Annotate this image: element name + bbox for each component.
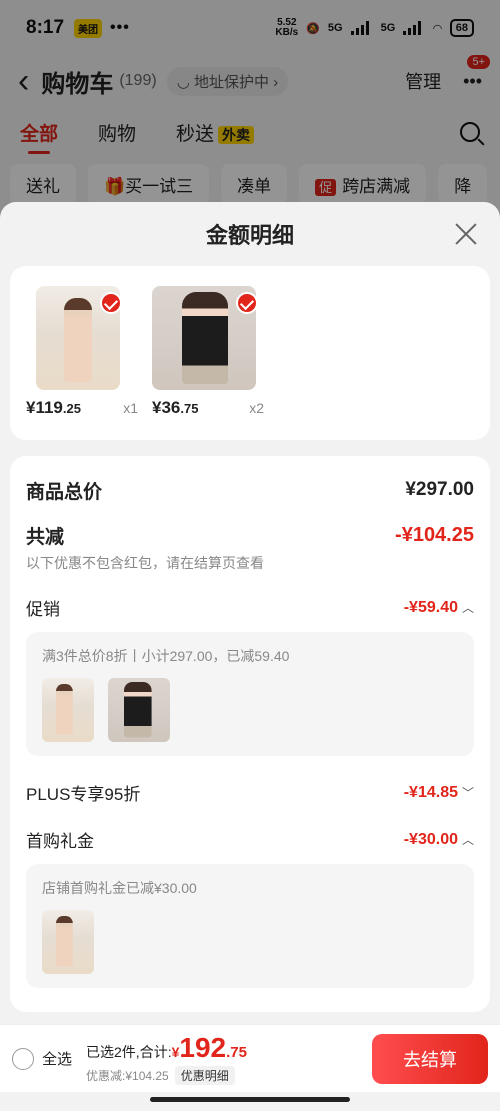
discount-text: 优惠减:¥104.25 (86, 1069, 169, 1083)
total-value: ¥297.00 (405, 479, 474, 500)
total-currency: ¥ (171, 1044, 180, 1060)
product-item[interactable]: ¥119 .25 x1 (26, 286, 138, 420)
product-image-dress[interactable] (36, 286, 120, 390)
promo-detail-box: 满3件总价8折丨小计297.00，已减59.40 (26, 632, 474, 756)
product-image-sweater[interactable] (152, 286, 256, 390)
order-summary: 已选2件,合计: ¥ 192 .75 优惠减:¥104.25 优惠明细 (86, 1032, 247, 1085)
first-purchase-row[interactable]: 首购礼金 -¥30.00 ︿ (26, 827, 474, 852)
total-amount-decimal: .75 (226, 1044, 247, 1061)
product-price: ¥119 (26, 398, 63, 417)
select-all-checkbox[interactable] (12, 1047, 34, 1070)
checked-icon (100, 292, 120, 314)
selected-count-text: 已选2件,合计: (86, 1044, 172, 1060)
promo-label: 促销 (26, 600, 60, 619)
discount-detail-button[interactable]: 优惠明细 (174, 1066, 235, 1085)
chevron-up-icon: ︿ (461, 833, 474, 847)
home-indicator[interactable] (150, 1097, 350, 1102)
total-amount: 192 (179, 1032, 227, 1063)
checked-icon (236, 292, 256, 314)
checkout-button[interactable]: 去结算 (372, 1033, 488, 1084)
product-item[interactable]: ¥36 .75 x2 (152, 286, 264, 420)
first-thumb-dress (42, 910, 94, 974)
reduce-note: 以下优惠不包含红包，请在结算页查看 (26, 555, 264, 571)
promo-detail: 满3件总价8折丨小计297.00，已减59.40 (42, 648, 290, 664)
chevron-up-icon: ︿ (461, 601, 474, 615)
amount-detail-sheet: 金额明细 ¥119 .25 x1 ¥36 .75 x2 商品总价 ¥297.00… (0, 202, 500, 1111)
product-price: ¥36 (152, 398, 181, 417)
first-purchase-label: 首购礼金 (26, 832, 94, 851)
first-purchase-detail-box: 店铺首购礼金已减¥30.00 (26, 864, 474, 988)
sheet-title: 金额明细 (205, 223, 294, 248)
close-icon[interactable] (454, 222, 478, 246)
reduce-row: 共减 -¥104.25 (26, 522, 474, 549)
chevron-down-icon: ﹀ (461, 786, 474, 800)
selected-products: ¥119 .25 x1 ¥36 .75 x2 (10, 266, 490, 440)
first-purchase-value: -¥30.00 (403, 830, 458, 848)
sheet-header: 金额明细 (0, 202, 500, 266)
product-price-decimal: .75 (180, 401, 199, 416)
product-qty: x1 (123, 400, 138, 416)
total-row: 商品总价 ¥297.00 (26, 472, 474, 508)
plus-label: PLUS专享95折 (26, 785, 141, 804)
plus-row[interactable]: PLUS专享95折 -¥14.85 ﹀ (26, 780, 474, 805)
price-breakdown: 商品总价 ¥297.00 共减 -¥104.25 以下优惠不包含红包，请在结算页… (10, 456, 490, 1012)
promo-row[interactable]: 促销 -¥59.40 ︿ (26, 595, 474, 620)
product-qty: x2 (249, 400, 264, 416)
first-purchase-detail: 店铺首购礼金已减¥30.00 (42, 880, 197, 896)
select-all-label[interactable]: 全选 (42, 1048, 72, 1069)
total-label: 商品总价 (26, 481, 103, 503)
promo-thumb-dress (42, 678, 94, 742)
reduce-value: -¥104.25 (395, 524, 474, 546)
promo-thumb-sweater (108, 678, 170, 742)
product-price-decimal: .25 (62, 401, 81, 416)
reduce-label: 共减 (26, 527, 65, 548)
checkout-bar: 全选 已选2件,合计: ¥ 192 .75 优惠减:¥104.25 优惠明细 去… (0, 1024, 500, 1092)
plus-value: -¥14.85 (403, 783, 458, 801)
promo-value: -¥59.40 (403, 598, 458, 616)
